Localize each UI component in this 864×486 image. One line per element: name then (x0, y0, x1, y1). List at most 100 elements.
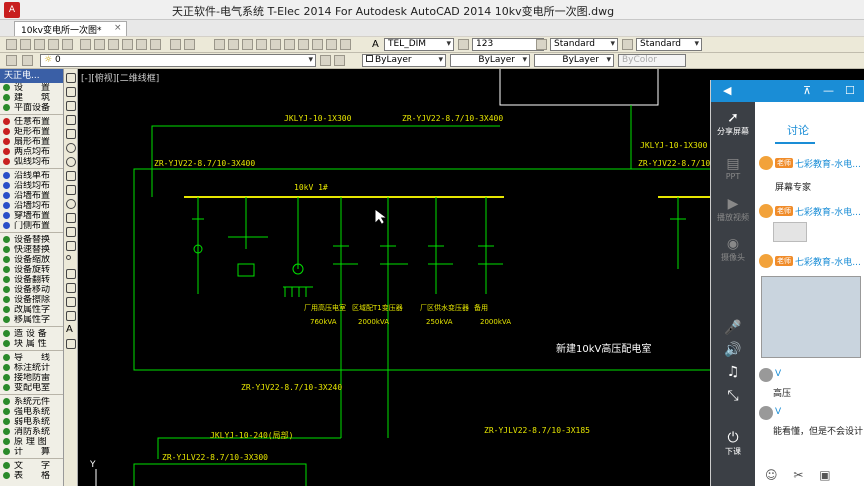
zoom-window-icon[interactable] (242, 39, 253, 50)
redo-icon[interactable] (184, 39, 195, 50)
pan-icon[interactable] (214, 39, 225, 50)
markup-icon[interactable] (326, 39, 337, 50)
copy-icon[interactable] (108, 39, 119, 50)
palette-item[interactable]: 设备替换 (0, 235, 63, 245)
insert-block-icon[interactable] (66, 227, 76, 237)
palette-item[interactable]: 消防系统 (0, 427, 63, 437)
make-block-icon[interactable] (66, 241, 76, 251)
palette-item[interactable]: 造 设 备 (0, 329, 63, 339)
tool-palette-icon[interactable] (298, 39, 309, 50)
close-icon[interactable]: × (114, 23, 122, 33)
sidebar-button[interactable]: ➚ 分享屏幕 (711, 110, 755, 137)
publish-icon[interactable] (80, 39, 91, 50)
palette-item[interactable]: 任意布置 (0, 117, 63, 127)
palette-item[interactable]: 沿墙布置 (0, 191, 63, 201)
mleader-style-select[interactable]: Standard ▾ (636, 38, 702, 51)
palette-item[interactable]: 计 算 (0, 447, 63, 457)
palette-item[interactable]: 设备擦除 (0, 295, 63, 305)
table-style-select[interactable]: Standard ▾ (550, 38, 618, 51)
layer-manager-icon[interactable] (6, 55, 17, 66)
text-style-select[interactable]: TEL_DIM ▾ (384, 38, 454, 51)
undo-icon[interactable] (170, 39, 181, 50)
layer-state-icon[interactable] (22, 55, 33, 66)
palette-item[interactable]: 标注统计 (0, 363, 63, 373)
palette-item[interactable]: 导 线 (0, 353, 63, 363)
properties-icon[interactable] (270, 39, 281, 50)
sidebar-button[interactable]: ⤡ (711, 388, 755, 404)
palette-item[interactable]: 设备缩放 (0, 255, 63, 265)
collapse-icon[interactable]: ◀ (723, 84, 731, 97)
sidebar-button[interactable]: 🔊 (711, 342, 755, 358)
design-center-icon[interactable] (284, 39, 295, 50)
zoom-realtime-icon[interactable] (228, 39, 239, 50)
palette-item[interactable]: 块 属 性 (0, 339, 63, 349)
open-file-icon[interactable] (20, 39, 31, 50)
region-icon[interactable] (66, 297, 76, 307)
palette-item[interactable]: 原 理 图 (0, 437, 63, 447)
minimize-icon[interactable]: — (823, 84, 834, 97)
palette-item[interactable]: 矩形布置 (0, 127, 63, 137)
sidebar-button[interactable]: ▶ 播放视频 (711, 196, 755, 223)
palette-item[interactable]: 接地防雷 (0, 373, 63, 383)
palette-item[interactable]: 系统元件 (0, 397, 63, 407)
sheet-set-icon[interactable] (312, 39, 323, 50)
spline-icon[interactable] (66, 185, 76, 195)
palette-item[interactable]: 弱电系统 (0, 417, 63, 427)
quickcalc-icon[interactable] (340, 39, 351, 50)
palette-item[interactable]: 设备旋转 (0, 265, 63, 275)
sidebar-button[interactable]: ▤ PPT (711, 156, 755, 181)
palette-item[interactable]: 扇形布置 (0, 137, 63, 147)
point-icon[interactable] (66, 255, 71, 260)
palette-item[interactable]: 快速替换 (0, 245, 63, 255)
sidebar-button[interactable]: ♫ (711, 364, 755, 380)
rectangle-icon[interactable] (66, 129, 76, 139)
color-select[interactable]: ByLayer ▾ (362, 54, 446, 67)
palette-item[interactable]: 设备移动 (0, 285, 63, 295)
add-selected-icon[interactable] (66, 339, 76, 349)
polygon-icon[interactable] (66, 115, 76, 125)
palette-item[interactable]: 移属性字 (0, 315, 63, 325)
palette-item[interactable]: 变配电室 (0, 383, 63, 393)
image-thumbnail[interactable] (773, 222, 807, 242)
palette-item[interactable]: 表 格 (0, 471, 63, 481)
maximize-icon[interactable]: ☐ (845, 84, 855, 97)
ellipse-arc-icon[interactable] (66, 213, 76, 223)
ellipse-icon[interactable] (66, 199, 76, 209)
paste-icon[interactable] (122, 39, 133, 50)
match-prop-icon[interactable] (136, 39, 147, 50)
arc-icon[interactable] (66, 143, 76, 153)
circle-icon[interactable] (66, 157, 76, 167)
palette-item[interactable]: 文 字 (0, 461, 63, 471)
gradient-icon[interactable] (66, 283, 76, 293)
line-icon[interactable] (66, 73, 76, 83)
construction-line-icon[interactable] (66, 87, 76, 97)
palette-item[interactable]: 穿墙布置 (0, 211, 63, 221)
layer-select[interactable]: ☼ 0 ▾ (40, 54, 316, 67)
preview-icon[interactable] (62, 39, 73, 50)
tab-discussion[interactable]: 讨论 (787, 122, 809, 138)
palette-item[interactable]: 沿线单布 (0, 171, 63, 181)
make-current-icon[interactable] (320, 55, 331, 66)
palette-item[interactable]: 平面设备 (0, 103, 63, 113)
sidebar-button[interactable]: 🎤 (711, 320, 755, 336)
chat-tools[interactable]: ☺ ✂ ▣ (765, 468, 864, 482)
palette-item[interactable]: 改属性字 (0, 305, 63, 315)
linetype-select[interactable]: ByLayer ▾ (450, 54, 530, 67)
palette-item[interactable]: 沿线均布 (0, 181, 63, 191)
new-file-icon[interactable] (6, 39, 17, 50)
palette-item[interactable]: 门侧布置 (0, 221, 63, 231)
multiline-text-icon[interactable]: A (66, 325, 76, 335)
table-icon[interactable] (66, 311, 76, 321)
palette-item[interactable]: 设 置 (0, 83, 63, 93)
palette-item[interactable]: 建 筑 (0, 93, 63, 103)
polyline-icon[interactable] (66, 101, 76, 111)
document-tab[interactable]: 10kv变电所一次图* × (14, 21, 127, 36)
cut-icon[interactable] (94, 39, 105, 50)
screenshot-thumbnail[interactable] (761, 276, 861, 358)
palette-item[interactable]: 两点均布 (0, 147, 63, 157)
sidebar-button[interactable]: ◉ 摄像头 (711, 236, 755, 263)
palette-item[interactable]: 强电系统 (0, 407, 63, 417)
hatch-icon[interactable] (66, 269, 76, 279)
layer-previous-icon[interactable] (334, 55, 345, 66)
revcloud-icon[interactable] (66, 171, 76, 181)
